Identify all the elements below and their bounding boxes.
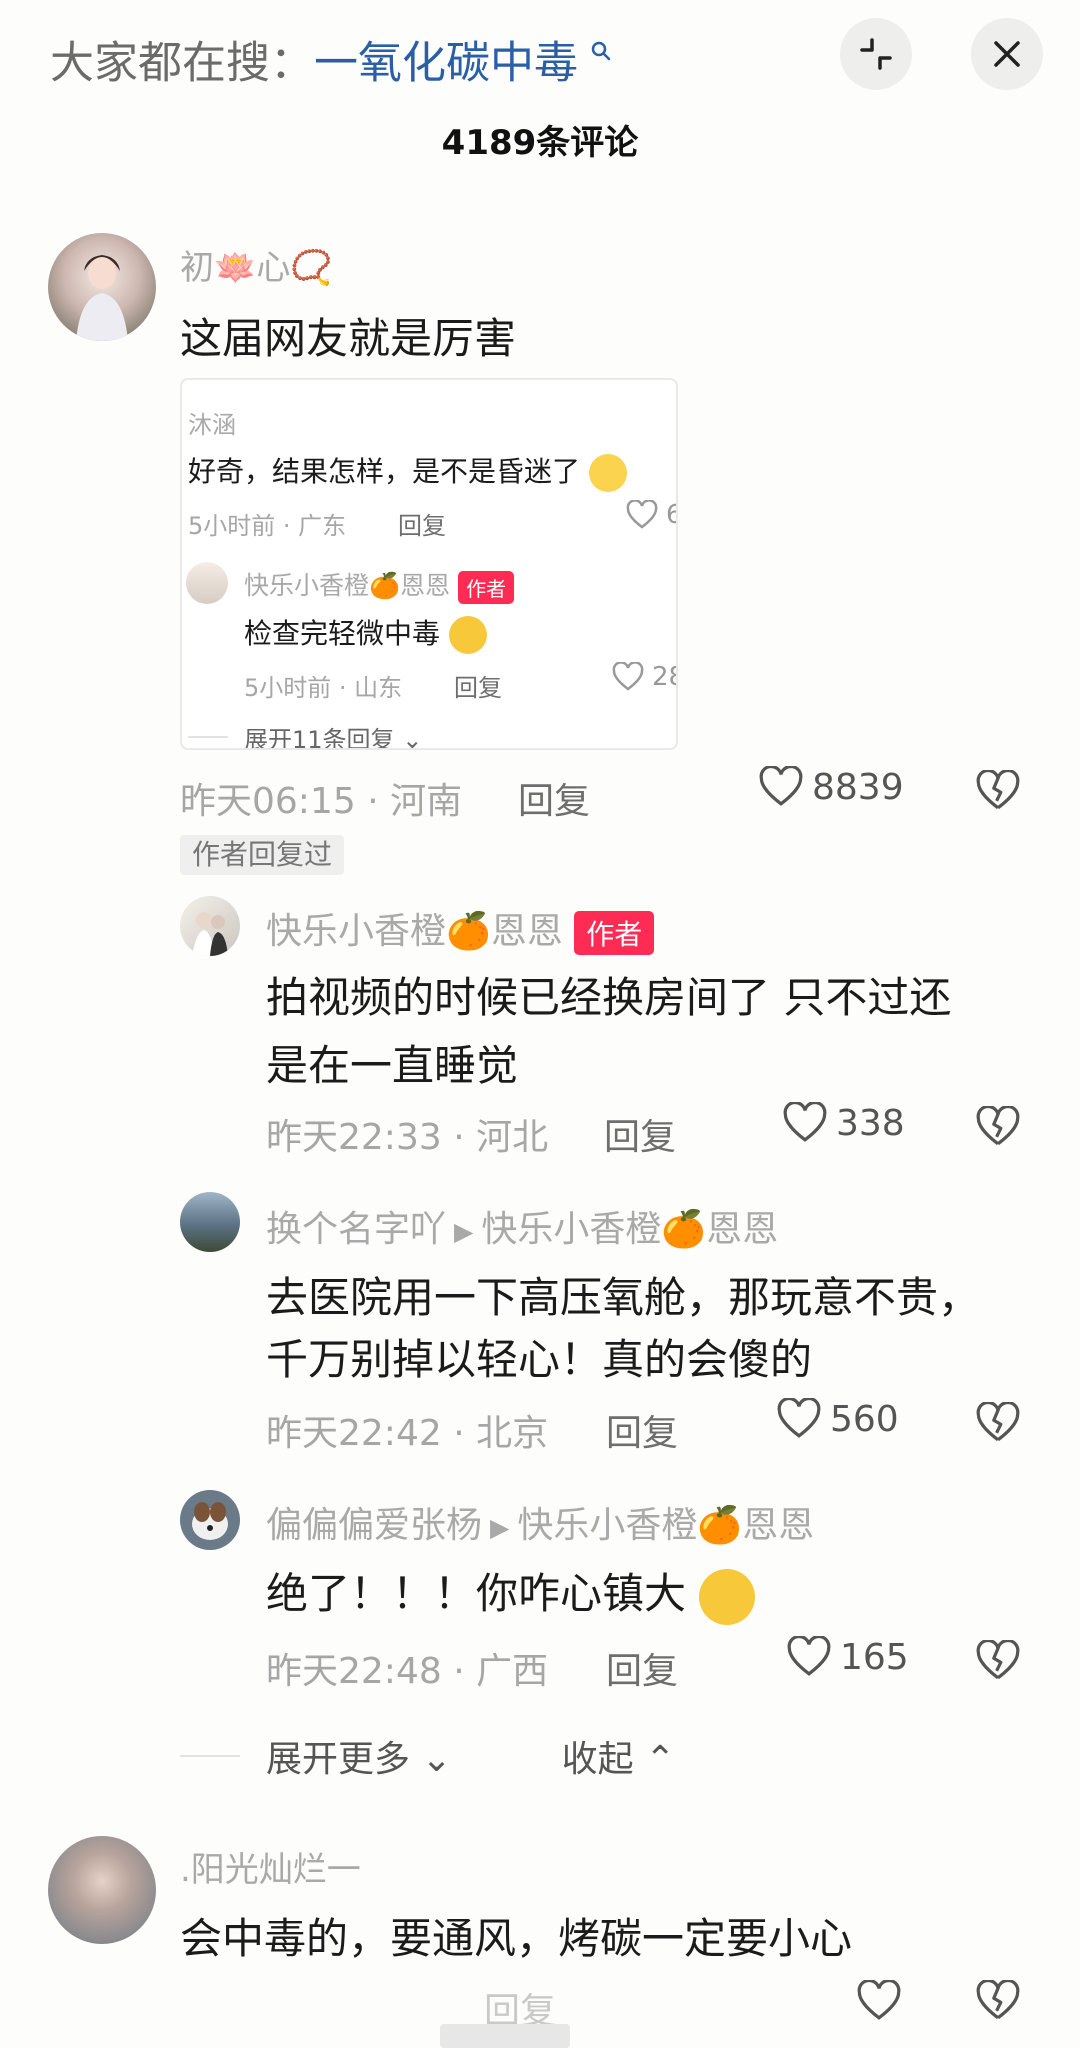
- divider: [188, 736, 228, 738]
- comment-text: 这届网友就是厉害: [180, 314, 517, 363]
- reply-time-location: 昨天22:48 · 广西: [266, 1651, 549, 1692]
- comment-username[interactable]: 初🪷心📿: [180, 240, 333, 289]
- comment-username[interactable]: .阳光灿烂一: [180, 1842, 361, 1891]
- chevron-down-icon: ⌄: [402, 726, 423, 750]
- heart-icon: [783, 1102, 827, 1142]
- crying-emoji-icon: [699, 1568, 756, 1625]
- reply-text-line2: 是在一直睡觉: [266, 1041, 519, 1090]
- reply-time-location: 昨天22:42 · 北京: [266, 1413, 549, 1454]
- dislike-button[interactable]: [975, 1978, 1021, 2026]
- reply-button[interactable]: 回复: [604, 1108, 676, 1160]
- reply-username[interactable]: 换个名字吖 ▶ 快乐小香橙🍊恩恩: [266, 1200, 778, 1252]
- reply-text: 绝了！！！你咋心镇大: [266, 1560, 756, 1625]
- sub-reply-reply-button[interactable]: 回复: [454, 668, 502, 703]
- quoted-reply-button[interactable]: 回复: [398, 506, 446, 541]
- reply-button[interactable]: 回复: [606, 1642, 678, 1694]
- author-replied-tag: 作者回复过: [180, 835, 345, 875]
- avatar[interactable]: [48, 233, 156, 341]
- avatar[interactable]: [180, 1490, 240, 1550]
- hot-search-term[interactable]: 一氧化碳中毒: [314, 38, 578, 89]
- reply-text-line2: 千万别掉以轻心！真的会傻的: [266, 1335, 813, 1384]
- reply-username[interactable]: 快乐小香橙🍊恩恩 作者: [266, 902, 655, 955]
- comment-text: 会中毒的，要通风，烤碳一定要小心: [180, 1914, 853, 1963]
- comment-count: 4189条评论: [441, 123, 639, 163]
- watermark-bar: [440, 2024, 570, 2048]
- dislike-button[interactable]: [975, 768, 1021, 816]
- heart-icon: [759, 766, 803, 806]
- laughing-emoji-icon: [588, 454, 627, 492]
- dislike-button[interactable]: [975, 1638, 1021, 1686]
- expand-more-button[interactable]: 展开更多 ⌄: [266, 1730, 452, 1782]
- avatar[interactable]: [48, 1836, 156, 1944]
- author-badge: 作者: [574, 911, 655, 955]
- author-badge: 作者: [458, 570, 515, 604]
- chevron-up-icon: ⌃: [645, 1739, 676, 1780]
- expand-replies-link[interactable]: 展开11条回复 ⌄: [244, 720, 423, 750]
- sub-reply-time-location: 5小时前 · 山东: [244, 674, 403, 702]
- quoted-text: 好奇，结果怎样，是不是昏迷了: [188, 450, 627, 492]
- sub-reply-username: 快乐小香橙🍊恩恩 作者: [244, 566, 515, 604]
- quoted-username: 沐涵: [188, 411, 236, 439]
- broken-heart-icon: [976, 1400, 1020, 1442]
- heart-icon: [612, 662, 644, 691]
- like-button[interactable]: 165: [786, 1636, 909, 1678]
- like-button[interactable]: 8839: [758, 766, 904, 808]
- reply-text-line1: 拍视频的时候已经换房间了 只不过还: [266, 973, 952, 1022]
- like-button[interactable]: [856, 1980, 902, 2022]
- comment-time-location: 昨天06:15 · 河南: [180, 781, 463, 822]
- reply-username[interactable]: 偏偏偏爱张杨 ▶ 快乐小香橙🍊恩恩: [266, 1496, 814, 1548]
- quoted-time-location: 5小时前 · 广东: [188, 512, 347, 540]
- reply-button[interactable]: 回复: [518, 772, 590, 824]
- collapse-button[interactable]: 收起 ⌃: [562, 1730, 676, 1782]
- search-icon: [582, 40, 612, 68]
- heart-icon: [626, 500, 658, 529]
- broken-heart-icon: [976, 768, 1020, 810]
- heart-icon: [787, 1636, 831, 1676]
- broken-heart-icon: [976, 1638, 1020, 1680]
- like-count: 8839: [812, 766, 904, 808]
- hot-search-banner[interactable]: 大家都在搜：一氧化碳中毒: [50, 24, 612, 94]
- dislike-button[interactable]: [975, 1104, 1021, 1152]
- quoted-comment-card[interactable]: 沐涵 好奇，结果怎样，是不是昏迷了 5小时前 · 广东 回复 6 快乐小香橙🍊恩…: [180, 378, 678, 750]
- thread-controls: 展开更多 ⌄ 收起 ⌃: [180, 1730, 675, 1782]
- close-icon: [994, 41, 1020, 67]
- triangle-right-icon: ▶: [490, 1512, 510, 1542]
- avatar[interactable]: [180, 1192, 240, 1252]
- broken-heart-icon: [976, 1978, 1020, 2020]
- sub-reply-text: 检查完轻微中毒: [244, 612, 487, 654]
- minimize-icon: [860, 38, 892, 70]
- sub-reply-like-button[interactable]: 28: [612, 662, 676, 692]
- quoted-like-button[interactable]: 6: [626, 500, 676, 530]
- chevron-down-icon: ⌄: [421, 1739, 452, 1780]
- close-button[interactable]: [971, 18, 1043, 90]
- reply-button[interactable]: 回复: [606, 1404, 678, 1456]
- heart-icon: [857, 1980, 901, 2020]
- like-button[interactable]: 338: [782, 1102, 905, 1144]
- hot-search-label: 大家都在搜：: [50, 37, 314, 89]
- heart-icon: [777, 1398, 821, 1438]
- triangle-right-icon: ▶: [454, 1216, 474, 1246]
- minimize-button[interactable]: [840, 18, 912, 90]
- dislike-button[interactable]: [975, 1400, 1021, 1448]
- reply-text-line1: 去医院用一下高压氧舱，那玩意不贵，: [266, 1273, 981, 1322]
- broken-heart-icon: [976, 1104, 1020, 1146]
- divider: [180, 1755, 240, 1757]
- sub-reply-avatar[interactable]: [186, 562, 228, 604]
- sleepy-emoji-icon: [448, 616, 487, 654]
- reply-time-location: 昨天22:33 · 河北: [266, 1117, 549, 1158]
- avatar[interactable]: [180, 896, 240, 956]
- like-button[interactable]: 560: [776, 1398, 899, 1440]
